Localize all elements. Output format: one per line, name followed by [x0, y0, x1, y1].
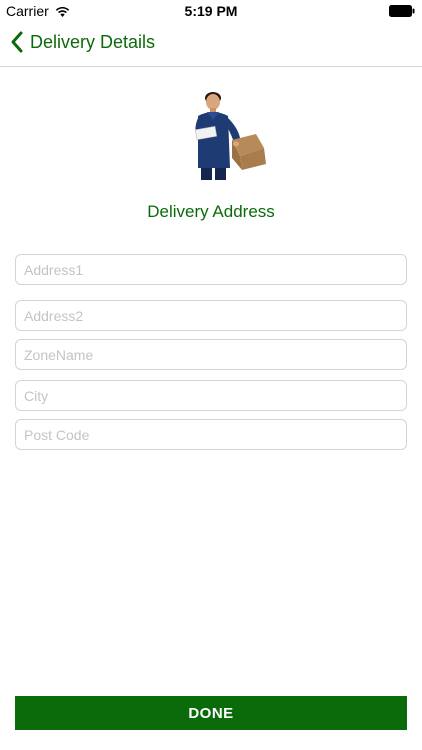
status-time: 5:19 PM [184, 3, 238, 19]
navigation-bar: Delivery Details [0, 22, 422, 67]
address2-input[interactable] [15, 300, 407, 331]
city-input[interactable] [15, 380, 407, 411]
status-bar: Carrier 5:19 PM [0, 0, 422, 22]
post-code-input[interactable] [15, 419, 407, 450]
back-button[interactable]: Delivery Details [10, 31, 155, 53]
delivery-address-heading: Delivery Address [147, 202, 275, 221]
zone-name-input[interactable] [15, 339, 407, 370]
page-title: Delivery Details [30, 31, 156, 52]
delivery-man-with-box-image [194, 92, 266, 180]
address1-input[interactable] [15, 254, 407, 285]
chevron-left-icon [11, 31, 23, 53]
battery-full-icon [389, 5, 415, 17]
done-button[interactable]: DONE [15, 696, 407, 730]
